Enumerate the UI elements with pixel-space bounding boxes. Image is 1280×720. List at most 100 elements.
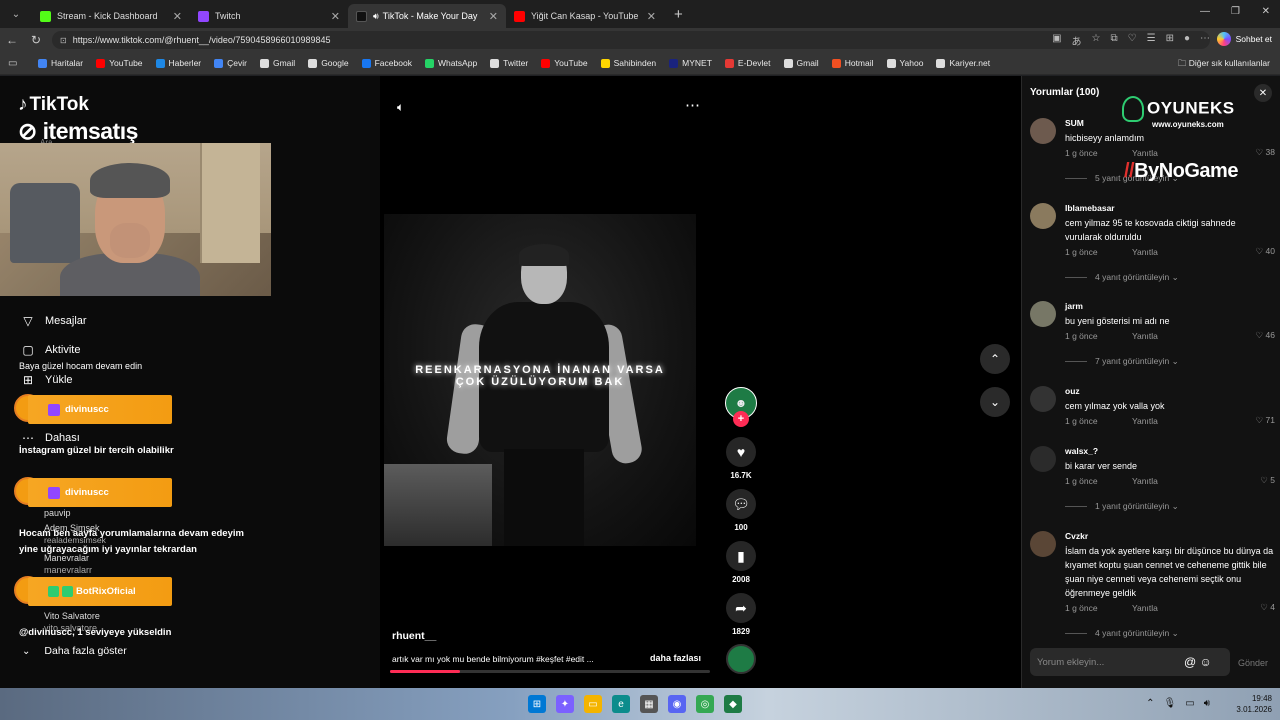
reply-button[interactable]: Yanıtla	[1132, 476, 1158, 486]
minimize-icon[interactable]: —	[1200, 6, 1210, 17]
followed-account[interactable]: pauvip	[44, 508, 71, 518]
nav-more[interactable]: ⋯ Dahası	[18, 431, 80, 445]
settings-more-icon[interactable]: ⋯	[1200, 33, 1210, 48]
video-player[interactable]: REENKARNASYONA İNANAN VARSA ÇOK ÜZÜLÜYOR…	[384, 214, 696, 546]
bookmark-item[interactable]: Haberler	[155, 58, 201, 68]
comment-like-button[interactable]: ♡ 4	[1260, 602, 1275, 613]
bookmark-item[interactable]: Sahibinden	[600, 58, 656, 68]
network-icon[interactable]: ▭	[1185, 698, 1194, 709]
back-icon[interactable]: ←	[0, 33, 24, 47]
site-info-icon[interactable]: ⊡	[60, 36, 67, 45]
extensions-icon[interactable]: ⧉	[1110, 33, 1117, 48]
followed-account[interactable]: Vito Salvatore	[44, 611, 100, 621]
file-explorer-icon[interactable]: ▭	[584, 695, 602, 713]
bookmark-item[interactable]: YouTube	[541, 58, 588, 68]
bookmark-item[interactable]: Çevir	[214, 58, 247, 68]
emoji-icon[interactable]: ☺	[1200, 655, 1212, 669]
tiktok-logo[interactable]: ♪ TikTok	[18, 94, 89, 116]
tab-twitch[interactable]: Twitch ✕	[190, 4, 348, 28]
comment-like-button[interactable]: ♡ 46	[1256, 330, 1275, 341]
comment-like-button[interactable]: ♡ 5	[1260, 475, 1275, 486]
other-bookmarks-button[interactable]: 🗀︎ Diğer sık kullanılanlar	[1178, 58, 1270, 72]
view-replies-button[interactable]: 1 yanıt görüntüleyin ⌄	[1065, 501, 1179, 512]
edge-icon[interactable]: e	[612, 695, 630, 713]
comment-username[interactable]: SUM	[1065, 118, 1084, 128]
tab-tiktok[interactable]: 🔊︎ TikTok - Make Your Day ✕	[348, 4, 506, 28]
bookmark-item[interactable]: Facebook	[361, 58, 412, 68]
mention-icon[interactable]: @	[1184, 655, 1196, 669]
bookmark-item[interactable]: Kariyer.net	[936, 58, 990, 68]
bookmark-item[interactable]: Twitter	[490, 58, 528, 68]
refresh-icon[interactable]: ↻	[24, 33, 48, 47]
copilot-button[interactable]: Sohbet et	[1216, 32, 1272, 46]
comment-avatar[interactable]	[1030, 203, 1056, 229]
bookmark-item[interactable]: Yahoo	[886, 58, 923, 68]
volume-icon[interactable]: 🔈︎	[397, 100, 404, 115]
comment-like-button[interactable]: ♡ 38	[1256, 147, 1275, 158]
video-username[interactable]: rhuent__	[392, 630, 436, 642]
bookmark-item[interactable]: Gmail	[259, 58, 295, 68]
favorite-star-icon[interactable]: ☆	[1092, 33, 1101, 48]
close-tab-icon[interactable]: ✕	[489, 10, 498, 23]
comment-username[interactable]: Cvzkr	[1065, 531, 1088, 541]
chrome-icon[interactable]: ◎	[696, 695, 714, 713]
bookmark-item[interactable]: Hotmail	[831, 58, 874, 68]
close-comments-icon[interactable]: ✕	[1254, 84, 1272, 102]
nav-messages[interactable]: ▽ Mesajlar	[18, 314, 86, 328]
view-replies-button[interactable]: 7 yanıt görüntüleyin ⌄	[1065, 356, 1179, 367]
new-tab-button[interactable]: +	[674, 6, 683, 23]
collections-icon[interactable]: ⊞	[1166, 33, 1174, 48]
comment-button[interactable]: 💬︎ 100	[726, 489, 756, 532]
followed-account[interactable]: Manevralar	[44, 553, 89, 563]
translate-icon[interactable]: あ	[1072, 33, 1082, 48]
reply-button[interactable]: Yanıtla	[1132, 416, 1158, 426]
nav-activity[interactable]: ▢ Aktivite	[18, 343, 80, 357]
share-button[interactable]: ➦ 1829	[726, 593, 756, 636]
browser-essentials-icon[interactable]: ♡	[1128, 33, 1137, 48]
close-tab-icon[interactable]: ✕	[331, 10, 340, 23]
reply-button[interactable]: Yanıtla	[1132, 603, 1158, 613]
bookmark-item[interactable]: Google	[308, 58, 349, 68]
bookmark-item[interactable]: YouTube	[96, 58, 143, 68]
view-replies-button[interactable]: 4 yanıt görüntüleyin ⌄	[1065, 628, 1179, 639]
reply-button[interactable]: Yanıtla	[1132, 148, 1158, 158]
comment-username[interactable]: Iblamebasar	[1065, 203, 1115, 213]
follow-plus-icon[interactable]: +	[733, 411, 749, 427]
copilot-taskbar-icon[interactable]: ✦	[556, 695, 574, 713]
comment-like-button[interactable]: ♡ 40	[1256, 246, 1275, 257]
close-window-icon[interactable]: ✕	[1262, 6, 1270, 17]
view-replies-button[interactable]: 4 yanıt görüntüleyin ⌄	[1065, 272, 1179, 283]
taskbar-clock[interactable]: 19:48 3.01.2026	[1236, 693, 1272, 715]
bookmark-item[interactable]: Haritalar	[38, 58, 83, 68]
store-icon[interactable]: ▦	[640, 695, 658, 713]
comment-username[interactable]: jarm	[1065, 301, 1083, 311]
tray-chevron-up-icon[interactable]: ⌃	[1146, 698, 1154, 709]
close-tab-icon[interactable]: ✕	[647, 10, 656, 23]
discord-icon[interactable]: ◉	[668, 695, 686, 713]
microphone-icon[interactable]: 🎙︎	[1164, 698, 1177, 709]
url-field[interactable]: ⊡ https://www.tiktok.com/@rhuent__/video…	[52, 31, 1210, 49]
comment-avatar[interactable]	[1030, 386, 1056, 412]
comment-like-button[interactable]: ♡ 71	[1256, 415, 1275, 426]
volume-tray-icon[interactable]: 🔊︎	[1204, 698, 1210, 709]
close-tab-icon[interactable]: ✕	[173, 10, 182, 23]
nav-upload[interactable]: ⊞ Yükle	[18, 373, 73, 387]
comment-username[interactable]: walsx_?	[1065, 446, 1098, 456]
sidebar-toggle-icon[interactable]: ▭	[8, 58, 22, 69]
favorites-icon[interactable]: ☰	[1147, 33, 1156, 48]
next-video-button[interactable]: ⌄	[980, 387, 1010, 417]
bookmark-item[interactable]: MYNET	[669, 58, 712, 68]
previous-video-button[interactable]: ⌃	[980, 344, 1010, 374]
bookmark-item[interactable]: E-Devlet	[724, 58, 771, 68]
reply-button[interactable]: Yanıtla	[1132, 331, 1158, 341]
video-progress-bar[interactable]	[390, 670, 710, 673]
comment-avatar[interactable]	[1030, 301, 1056, 327]
profile-avatar-icon[interactable]: ●	[1184, 33, 1190, 48]
description-more-link[interactable]: daha fazlası	[650, 653, 701, 663]
bookmark-item[interactable]: Gmail	[783, 58, 819, 68]
tab-kick[interactable]: Stream - Kick Dashboard ✕	[32, 4, 190, 28]
video-more-icon[interactable]: ⋯	[685, 96, 701, 114]
show-more-button[interactable]: ⌄ Daha fazla göster	[22, 645, 127, 657]
bookmark-item[interactable]: WhatsApp	[424, 58, 477, 68]
save-button[interactable]: ▮ 2008	[726, 541, 756, 584]
